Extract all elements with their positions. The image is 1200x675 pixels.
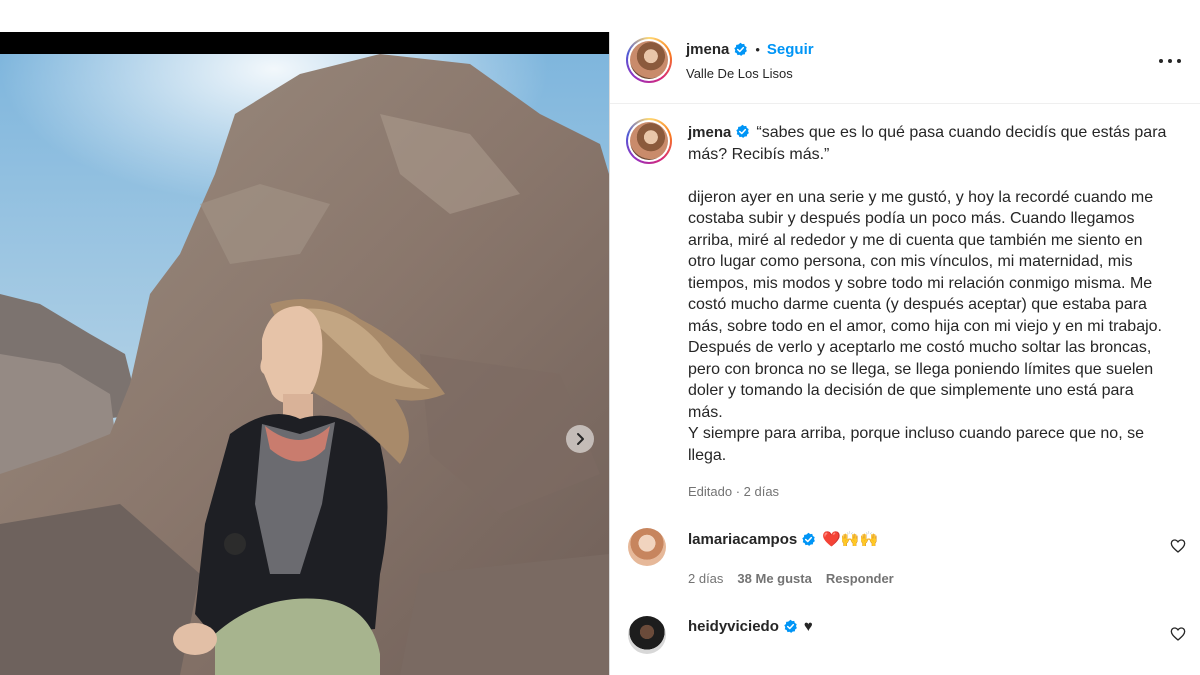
caption-text: “sabes que es lo qué pasa cuando decidís… <box>688 124 1167 464</box>
verified-badge-icon <box>734 42 748 56</box>
photo-illustration <box>0 54 609 675</box>
post-photo[interactable] <box>0 54 609 675</box>
caption-username[interactable]: jmena <box>688 124 731 141</box>
author-avatar[interactable] <box>626 37 672 83</box>
caption-author-avatar[interactable] <box>626 118 672 164</box>
post-header: jmena • Seguir Valle De Los Lisos <box>610 32 1200 104</box>
comment-meta: 2 días 38 Me gusta Responder <box>688 571 894 586</box>
post-details-panel: jmena • Seguir Valle De Los Lisos jmena “… <box>609 32 1200 675</box>
heart-outline-icon[interactable] <box>1170 626 1186 642</box>
verified-badge-icon <box>802 532 816 546</box>
comment-line: lamariacampos ❤️🙌🙌 <box>688 530 879 549</box>
verified-badge-icon <box>784 619 797 633</box>
verified-badge-icon <box>736 124 750 138</box>
post-location[interactable]: Valle De Los Lisos <box>686 66 793 81</box>
follow-button[interactable]: Seguir <box>767 41 814 58</box>
comment-text: ❤️🙌🙌 <box>822 531 879 548</box>
carousel-next-button[interactable] <box>566 425 594 453</box>
caption-edited-time: Editado · 2 días <box>688 484 780 499</box>
comment-text: ♥ <box>803 618 813 635</box>
post-caption: jmena “sabes que es lo qué pasa cuando de… <box>688 122 1168 466</box>
chevron-right-icon <box>577 433 584 445</box>
separator-dot: • <box>755 42 760 57</box>
heart-outline-icon[interactable] <box>1170 538 1186 554</box>
comment-likes[interactable]: 38 Me gusta <box>737 571 811 586</box>
commenter-avatar[interactable] <box>628 528 666 566</box>
more-options-icon[interactable] <box>1159 52 1181 70</box>
reply-button[interactable]: Responder <box>826 571 894 586</box>
commenter-username[interactable]: lamariacampos <box>688 531 797 548</box>
commenter-avatar[interactable] <box>628 616 666 654</box>
comment-time[interactable]: 2 días <box>688 571 723 586</box>
commenter-username[interactable]: heidyviciedo <box>688 618 779 635</box>
post-media-area <box>0 0 609 675</box>
author-line: jmena • Seguir <box>686 41 814 58</box>
author-username[interactable]: jmena <box>686 41 729 58</box>
media-top-bar <box>0 32 609 54</box>
comment-line: heidyviciedo ♥ <box>688 618 813 635</box>
